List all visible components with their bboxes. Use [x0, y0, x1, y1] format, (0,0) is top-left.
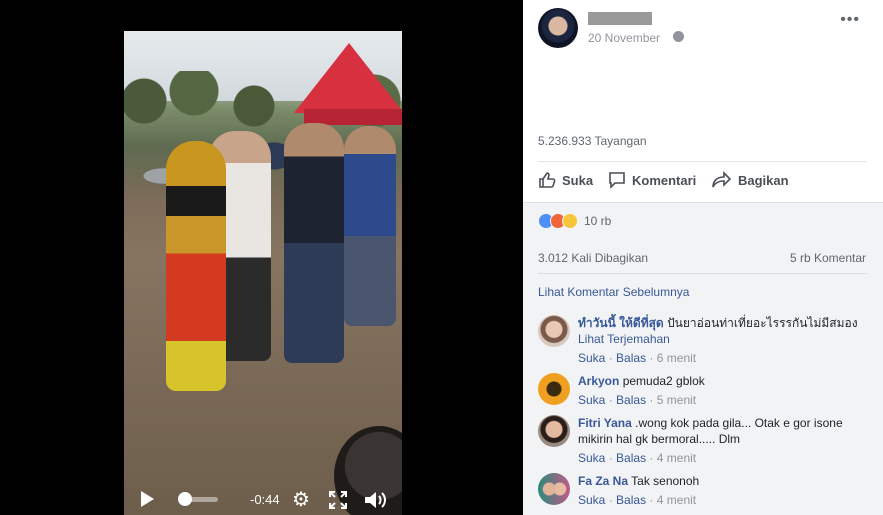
comment-time[interactable]: 6 menit [657, 351, 696, 365]
share-button[interactable]: Bagikan [712, 171, 789, 189]
comment-reply-link[interactable]: Balas [616, 451, 646, 465]
post-date[interactable]: 20 November [588, 31, 660, 45]
comment-like-link[interactable]: Suka [578, 493, 605, 507]
divider [538, 161, 867, 162]
share-arrow-icon [712, 171, 732, 188]
like-button[interactable]: Suka [538, 171, 593, 189]
facebook-video-viewer: -0:44 ⚙ 20 November ••• 5.236.933 Tayang… [0, 0, 883, 515]
translate-link[interactable]: Lihat Terjemahan [578, 331, 868, 347]
comment-like-link[interactable]: Suka [578, 393, 605, 407]
reactions-count[interactable]: 10 rb [584, 214, 611, 228]
comment-text: pemuda2 gblok [622, 374, 705, 388]
divider [538, 273, 867, 274]
comment-reply-link[interactable]: Balas [616, 493, 646, 507]
post-actions: Suka Komentari Bagikan [538, 171, 867, 195]
comment-bubble-icon [609, 172, 625, 189]
video-scene-person [284, 123, 344, 363]
comment-reply-link[interactable]: Balas [616, 351, 646, 365]
comment-item: Fitri Yana .wong kok pada gila... Otak e… [538, 415, 868, 469]
meta-separator: · [649, 393, 654, 407]
meta-separator: · [649, 451, 654, 465]
globe-icon [673, 31, 684, 42]
comment-reply-link[interactable]: Balas [616, 393, 646, 407]
meta-separator: · [608, 451, 613, 465]
comment-item: Fa Za Na Tak senonoh Suka · Balas · 4 me… [538, 473, 868, 511]
comment-item: Arkyon pemuda2 gblok Suka · Balas · 5 me… [538, 373, 868, 411]
view-previous-comments-link[interactable]: Lihat Komentar Sebelumnya [538, 285, 689, 299]
view-count: 5.236.933 Tayangan [538, 134, 647, 148]
video-controls: -0:44 ⚙ [124, 484, 402, 515]
video-frame[interactable] [124, 31, 402, 515]
comment-text: Tak senonoh [631, 474, 700, 488]
comment-like-link[interactable]: Suka [578, 451, 605, 465]
comment-button[interactable]: Komentari [608, 171, 696, 189]
comment-author[interactable]: ทำวันนี้ ให้ดีที่สุด [578, 316, 664, 330]
meta-separator: · [608, 393, 613, 407]
avatar[interactable] [538, 8, 578, 48]
time-remaining: -0:44 [250, 492, 280, 507]
comment-time[interactable]: 4 menit [657, 451, 696, 465]
video-scene-dancer [166, 141, 226, 391]
avatar[interactable] [538, 373, 570, 405]
fullscreen-icon[interactable] [328, 490, 348, 510]
video-scene-person [344, 126, 396, 326]
meta-separator: · [649, 493, 654, 507]
comment-time[interactable]: 4 menit [657, 493, 696, 507]
comment-author[interactable]: Fitri Yana [578, 416, 632, 430]
like-label: Suka [562, 172, 594, 188]
comment-label: Komentari [632, 172, 697, 188]
meta-separator: · [608, 351, 613, 365]
video-scene-tent [294, 43, 402, 113]
comment-count[interactable]: 5 rb Komentar [790, 251, 866, 265]
haha-reaction-icon [562, 213, 578, 229]
comment-author[interactable]: Fa Za Na [578, 474, 628, 488]
comment-item: ทำวันนี้ ให้ดีที่สุด ปันยาอ่อนท่าเที่ยอะ… [538, 315, 868, 365]
share-count[interactable]: 3.012 Kali Dibagikan [538, 251, 648, 265]
meta-separator: · [608, 493, 613, 507]
post-header: 20 November ••• [538, 8, 878, 52]
avatar[interactable] [538, 415, 570, 447]
video-player[interactable]: -0:44 ⚙ [0, 0, 523, 515]
post-panel: 20 November ••• 5.236.933 Tayangan Suka … [523, 0, 883, 515]
settings-gear-icon[interactable]: ⚙ [290, 489, 312, 511]
reactions-summary[interactable]: 10 rb [538, 212, 611, 230]
meta-separator: · [649, 351, 654, 365]
volume-icon[interactable] [362, 489, 388, 511]
comment-text: ปันยาอ่อนท่าเที่ยอะไรรรกันไม่มีสมอง [667, 316, 858, 330]
thumbs-up-icon [539, 172, 556, 188]
play-icon[interactable] [141, 491, 154, 507]
more-options-icon[interactable]: ••• [840, 11, 860, 29]
avatar[interactable] [538, 315, 570, 347]
comment-time[interactable]: 5 menit [657, 393, 696, 407]
author-name-redacted[interactable] [588, 12, 652, 25]
comment-like-link[interactable]: Suka [578, 351, 605, 365]
progress-handle[interactable] [178, 492, 192, 506]
share-label: Bagikan [738, 172, 789, 188]
avatar[interactable] [538, 473, 570, 505]
comment-author[interactable]: Arkyon [578, 374, 619, 388]
